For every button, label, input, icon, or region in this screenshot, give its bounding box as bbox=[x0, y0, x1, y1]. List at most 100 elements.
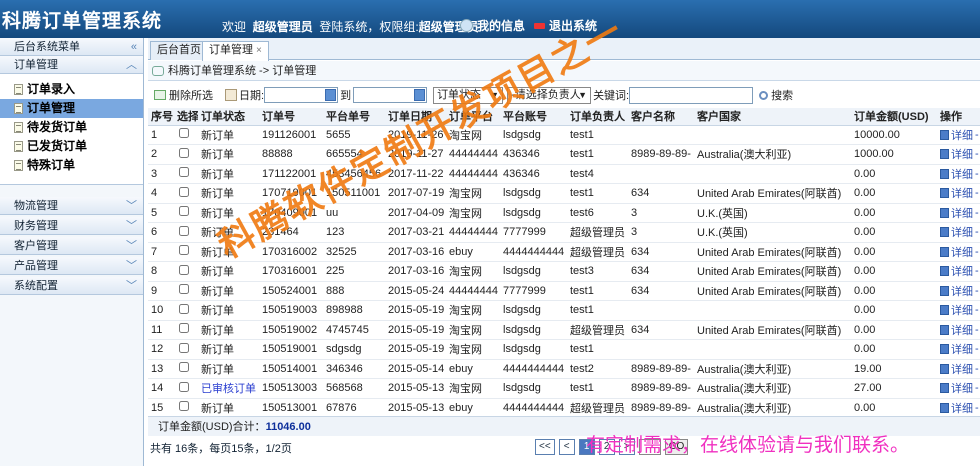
detail-link[interactable]: 详细 bbox=[951, 361, 973, 377]
go-button[interactable]: GO bbox=[664, 439, 689, 455]
detail-link[interactable]: 详细 bbox=[951, 302, 973, 318]
detail-link[interactable]: 详细 bbox=[951, 185, 973, 201]
row-checkbox[interactable] bbox=[179, 147, 189, 158]
table-row[interactable]: 4 新订单 170719001 150511001 2017-07-19 淘宝网 lsdgs… bbox=[148, 183, 980, 204]
sidebar-group-label: 物流管理 bbox=[14, 200, 58, 212]
detail-icon[interactable] bbox=[940, 149, 949, 160]
tab-order-management[interactable]: 订单管理 × bbox=[202, 41, 269, 61]
detail-icon[interactable] bbox=[940, 402, 949, 413]
row-checkbox[interactable] bbox=[179, 225, 189, 236]
detail-link[interactable]: 详细 bbox=[951, 341, 973, 357]
detail-icon[interactable] bbox=[940, 285, 949, 296]
detail-link[interactable]: 详细 bbox=[951, 400, 973, 416]
row-checkbox[interactable] bbox=[179, 167, 189, 178]
row-checkbox[interactable] bbox=[179, 381, 189, 392]
collapse-sidebar-icon[interactable]: « bbox=[131, 38, 137, 56]
date-from-input[interactable] bbox=[264, 87, 339, 103]
detail-icon[interactable] bbox=[940, 305, 949, 316]
sidebar-group-logistics[interactable]: 物流管理 ﹀ bbox=[0, 197, 143, 215]
table-row[interactable]: 7 新订单 170316002 32525 2017-03-16 ebuy 44444444… bbox=[148, 242, 980, 262]
page-button-2[interactable]: 2 bbox=[598, 439, 615, 455]
detail-link[interactable]: 详细 bbox=[951, 127, 973, 143]
row-checkbox[interactable] bbox=[179, 264, 189, 275]
my-info-link[interactable]: 我的信息 bbox=[460, 17, 525, 34]
close-tab-icon[interactable]: × bbox=[256, 45, 262, 56]
sidebar-group-customers[interactable]: 客户管理 ﹀ bbox=[0, 237, 143, 255]
detail-icon[interactable] bbox=[940, 129, 949, 140]
page-button-1[interactable]: 1 bbox=[578, 439, 595, 455]
table-row[interactable]: 9 新订单 150524001 888 2015-05-24 44444444 777799… bbox=[148, 281, 980, 301]
table-row[interactable]: 6 新订单 231464 123 2017-03-21 44444444 7777999 超级… bbox=[148, 222, 980, 243]
detail-icon[interactable] bbox=[940, 266, 949, 277]
sidebar-group-label: 财务管理 bbox=[14, 220, 58, 232]
table-row[interactable]: 1 新订单 191126001 5655 2019-11-26 淘宝网 lsdgsdg tes… bbox=[148, 125, 980, 145]
detail-link[interactable]: 详细 bbox=[951, 322, 973, 338]
sidebar-group-products[interactable]: 产品管理 ﹀ bbox=[0, 257, 143, 275]
detail-icon[interactable] bbox=[940, 324, 949, 335]
table-row[interactable]: 2 新订单 88888 665554 2019-11-27 44444444 436346 t… bbox=[148, 144, 980, 165]
table-row[interactable]: 12 新订单 150519001 sdgsdg 2015-05-19 淘宝网 lsdgsdg… bbox=[148, 339, 980, 360]
date-picker-icon[interactable] bbox=[414, 89, 426, 101]
detail-link[interactable]: 详细 bbox=[951, 224, 973, 240]
row-checkbox[interactable] bbox=[179, 245, 189, 256]
order-status-select[interactable]: 订单状态 ▼ bbox=[433, 86, 504, 104]
detail-icon[interactable] bbox=[940, 168, 949, 179]
detail-icon[interactable] bbox=[940, 383, 949, 394]
table-row[interactable]: 8 新订单 170316001 225 2017-03-16 淘宝网 lsdgsdg test… bbox=[148, 261, 980, 282]
table-row[interactable]: 3 新订单 171122001 453456456 2017-11-22 44444444… bbox=[148, 164, 980, 184]
row-checkbox[interactable] bbox=[179, 128, 189, 139]
column-header: 订单金额(USD) bbox=[851, 108, 937, 126]
detail-icon[interactable] bbox=[940, 188, 949, 199]
table-row[interactable]: 5 新订单 170409001 uu 2017-04-09 淘宝网 lsdgsdg test6… bbox=[148, 203, 980, 223]
table-row[interactable]: 14 已审核订单 150513003 568568 2015-05-13 淘宝网 lsdgs… bbox=[148, 378, 980, 399]
sidebar-item-special-orders[interactable]: 特殊订单 bbox=[0, 156, 143, 175]
sidebar-item-shipped[interactable]: 已发货订单 bbox=[0, 137, 143, 156]
detail-link[interactable]: 详细 bbox=[951, 263, 973, 279]
detail-link[interactable]: 详细 bbox=[951, 146, 973, 162]
detail-link[interactable]: 详细 bbox=[951, 380, 973, 396]
date-to-input[interactable] bbox=[353, 87, 428, 103]
owner-select[interactable]: -请选择负责人- ▼ bbox=[507, 86, 592, 104]
row-checkbox[interactable] bbox=[179, 303, 189, 314]
column-header: 订单负责人 bbox=[567, 108, 628, 126]
detail-icon[interactable] bbox=[940, 207, 949, 218]
sidebar-item-order-management[interactable]: 订单管理 bbox=[0, 99, 143, 118]
detail-icon[interactable] bbox=[940, 363, 949, 374]
sidebar-group-system[interactable]: 系统配置 ﹀ bbox=[0, 277, 143, 295]
row-checkbox[interactable] bbox=[179, 206, 189, 217]
logout-link[interactable]: 退出系统 bbox=[534, 17, 597, 34]
prev-page-button[interactable]: < bbox=[558, 439, 575, 455]
search-button[interactable]: 搜索 bbox=[759, 87, 793, 103]
row-checkbox[interactable] bbox=[179, 284, 189, 295]
cell-platform-no: 225 bbox=[323, 261, 385, 282]
first-page-button[interactable]: << bbox=[535, 439, 555, 455]
row-checkbox[interactable] bbox=[179, 342, 189, 353]
detail-link[interactable]: 详细 bbox=[951, 166, 973, 182]
table-row[interactable]: 10 新订单 150519003 898988 2015-05-19 淘宝网 lsdgsdg… bbox=[148, 300, 980, 321]
tab-home[interactable]: 后台首页 bbox=[150, 41, 208, 60]
next-page-button[interactable]: > bbox=[618, 439, 635, 455]
sidebar-group-orders[interactable]: 订单管理 ︿ bbox=[0, 56, 143, 74]
date-picker-icon[interactable] bbox=[325, 89, 337, 101]
table-row[interactable]: 15 新订单 150513001 67876 2015-05-13 ebuy 4444444… bbox=[148, 398, 980, 418]
detail-link[interactable]: 详细 bbox=[951, 244, 973, 260]
detail-icon[interactable] bbox=[940, 246, 949, 257]
row-checkbox[interactable] bbox=[179, 401, 189, 412]
detail-link[interactable]: 详细 bbox=[951, 205, 973, 221]
sidebar-item-order-entry[interactable]: 订单录入 bbox=[0, 80, 143, 99]
detail-icon[interactable] bbox=[940, 227, 949, 238]
sidebar-group-finance[interactable]: 财务管理 ﹀ bbox=[0, 217, 143, 235]
detail-icon[interactable] bbox=[940, 344, 949, 355]
goto-page-input[interactable] bbox=[638, 439, 661, 455]
row-checkbox[interactable] bbox=[179, 323, 189, 334]
detail-link[interactable]: 详细 bbox=[951, 283, 973, 299]
cell-country: United Arab Emirates(阿联酋) bbox=[694, 242, 851, 262]
sidebar-menu-title[interactable]: 后台系统菜单 « bbox=[0, 38, 143, 56]
row-checkbox[interactable] bbox=[179, 186, 189, 197]
keyword-input[interactable] bbox=[629, 86, 754, 104]
table-row[interactable]: 11 新订单 150519002 4745745 2015-05-19 淘宝网 lsdgsd… bbox=[148, 320, 980, 340]
table-row[interactable]: 13 新订单 150514001 346346 2015-05-14 ebuy 444444… bbox=[148, 359, 980, 379]
sidebar-item-pending-shipment[interactable]: 待发货订单 bbox=[0, 118, 143, 137]
row-checkbox[interactable] bbox=[179, 362, 189, 373]
delete-selected-button[interactable]: 删除所选 bbox=[154, 87, 213, 103]
